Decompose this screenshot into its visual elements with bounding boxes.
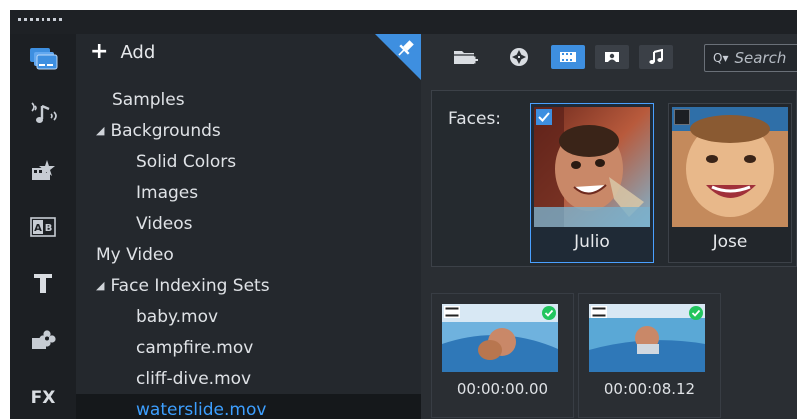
music-file-icon: [649, 49, 663, 64]
face-checkbox-julio[interactable]: [536, 109, 552, 125]
video-clip-item[interactable]: 00:00:08.12: [578, 293, 721, 418]
instant-project-icon: [32, 160, 55, 180]
faces-label: Faces:: [448, 109, 502, 129]
capture-button[interactable]: [505, 45, 533, 69]
face-thumbnail-julio: [534, 107, 650, 227]
content-area: Q▾ Search Faces: Julio Jose 00:00:00.00 …: [421, 34, 797, 419]
rail-instant-project-button[interactable]: [17, 152, 69, 190]
fx-filter-icon: FX: [31, 388, 56, 408]
panel-grip[interactable]: [18, 14, 62, 24]
face-name-jose: Jose: [712, 232, 748, 252]
face-name-julio: Julio: [574, 232, 610, 252]
svg-text:A: A: [34, 223, 42, 234]
expand-arrow-icon[interactable]: ◢: [96, 279, 104, 292]
tree-item[interactable]: ◢ Face Indexing Sets: [76, 270, 421, 301]
search-input[interactable]: Q▾ Search: [704, 44, 797, 72]
checkmark-icon: [542, 306, 556, 320]
import-folder-button[interactable]: [452, 45, 480, 69]
face-card-jose[interactable]: Jose: [668, 103, 792, 263]
film-strip-icon: [560, 52, 576, 62]
tree-item[interactable]: baby.mov: [76, 301, 421, 332]
video-clip-item[interactable]: 00:00:00.00: [431, 293, 574, 418]
tree-item-label: campfire.mov: [136, 337, 254, 358]
transition-icon: A B: [30, 217, 56, 237]
tree-item[interactable]: ◢ Backgrounds: [76, 115, 421, 146]
clip-timecode: 00:00:08.12: [603, 380, 696, 398]
app-window: A B FX + Add Samples ◢ Backgrounds Solid…: [0, 0, 797, 419]
face-thumbnail-jose: [672, 107, 788, 227]
tree-item-label: baby.mov: [136, 306, 219, 327]
tree-item-label: Images: [136, 182, 199, 203]
tree-item-label: Samples: [112, 89, 185, 110]
video-clip-icon: [591, 306, 607, 318]
show-videos-toggle[interactable]: [551, 45, 585, 69]
tree-item[interactable]: Images: [76, 177, 421, 208]
show-audio-toggle[interactable]: [639, 45, 673, 69]
tree-item[interactable]: cliff-dive.mov: [76, 363, 421, 394]
library-category-rail: A B FX: [10, 34, 76, 419]
svg-text:FX: FX: [31, 388, 56, 408]
photo-icon: [605, 52, 619, 62]
faces-panel: Faces: Julio Jose: [431, 90, 797, 267]
tree-item[interactable]: Samples: [76, 84, 421, 115]
add-folder-button[interactable]: + Add: [90, 40, 155, 64]
rail-graphics-button[interactable]: [17, 320, 69, 358]
clip-thumbnail: [589, 304, 705, 372]
plus-icon: +: [90, 39, 109, 64]
tree-item-label: Backgrounds: [110, 120, 221, 141]
graphics-icon: [32, 330, 56, 349]
clip-timecode: 00:00:00.00: [456, 380, 549, 398]
face-checkbox-jose[interactable]: [674, 109, 690, 125]
tree-item[interactable]: My Video: [76, 239, 421, 270]
media-library-icon: [30, 48, 58, 70]
folder-add-icon: [454, 51, 478, 64]
search-placeholder: Search: [734, 49, 787, 67]
rail-filters-button[interactable]: FX: [17, 378, 69, 416]
tree-item-label: My Video: [96, 244, 174, 265]
clip-thumbnail: [442, 304, 558, 372]
library-tree-panel: + Add Samples ◢ Backgrounds Solid Colors Ima…: [76, 34, 421, 419]
library-tree-header: + Add: [76, 34, 421, 80]
rail-media-button[interactable]: [17, 40, 69, 78]
tree-item-label: cliff-dive.mov: [136, 368, 252, 389]
tree-item[interactable]: Solid Colors: [76, 146, 421, 177]
search-icon: Q▾: [713, 51, 729, 65]
rail-audio-button[interactable]: [17, 96, 69, 134]
tree-item-label: waterslide.mov: [136, 399, 267, 419]
face-card-julio[interactable]: Julio: [530, 103, 654, 263]
svg-text:B: B: [45, 223, 53, 234]
tree-item-label: Videos: [136, 213, 193, 234]
tree-item-label: Face Indexing Sets: [110, 275, 270, 296]
pin-icon[interactable]: [375, 34, 421, 80]
content-toolbar: Q▾ Search: [421, 34, 797, 80]
rail-transitions-button[interactable]: A B: [17, 208, 69, 246]
editor-frame: A B FX + Add Samples ◢ Backgrounds Solid…: [10, 10, 797, 419]
video-clip-icon: [444, 306, 460, 318]
music-note-icon: [31, 102, 57, 123]
show-photos-toggle[interactable]: [595, 45, 629, 69]
expand-arrow-icon[interactable]: ◢: [96, 124, 104, 137]
aperture-icon: [510, 48, 528, 66]
add-button-label: Add: [120, 41, 156, 63]
title-text-icon: [34, 274, 52, 293]
tree-item[interactable]: waterslide.mov: [76, 394, 421, 419]
rail-title-button[interactable]: [17, 264, 69, 302]
checkmark-icon: [689, 306, 703, 320]
tree-item[interactable]: Videos: [76, 208, 421, 239]
tree-item-label: Solid Colors: [136, 151, 237, 172]
tree-item[interactable]: campfire.mov: [76, 332, 421, 363]
